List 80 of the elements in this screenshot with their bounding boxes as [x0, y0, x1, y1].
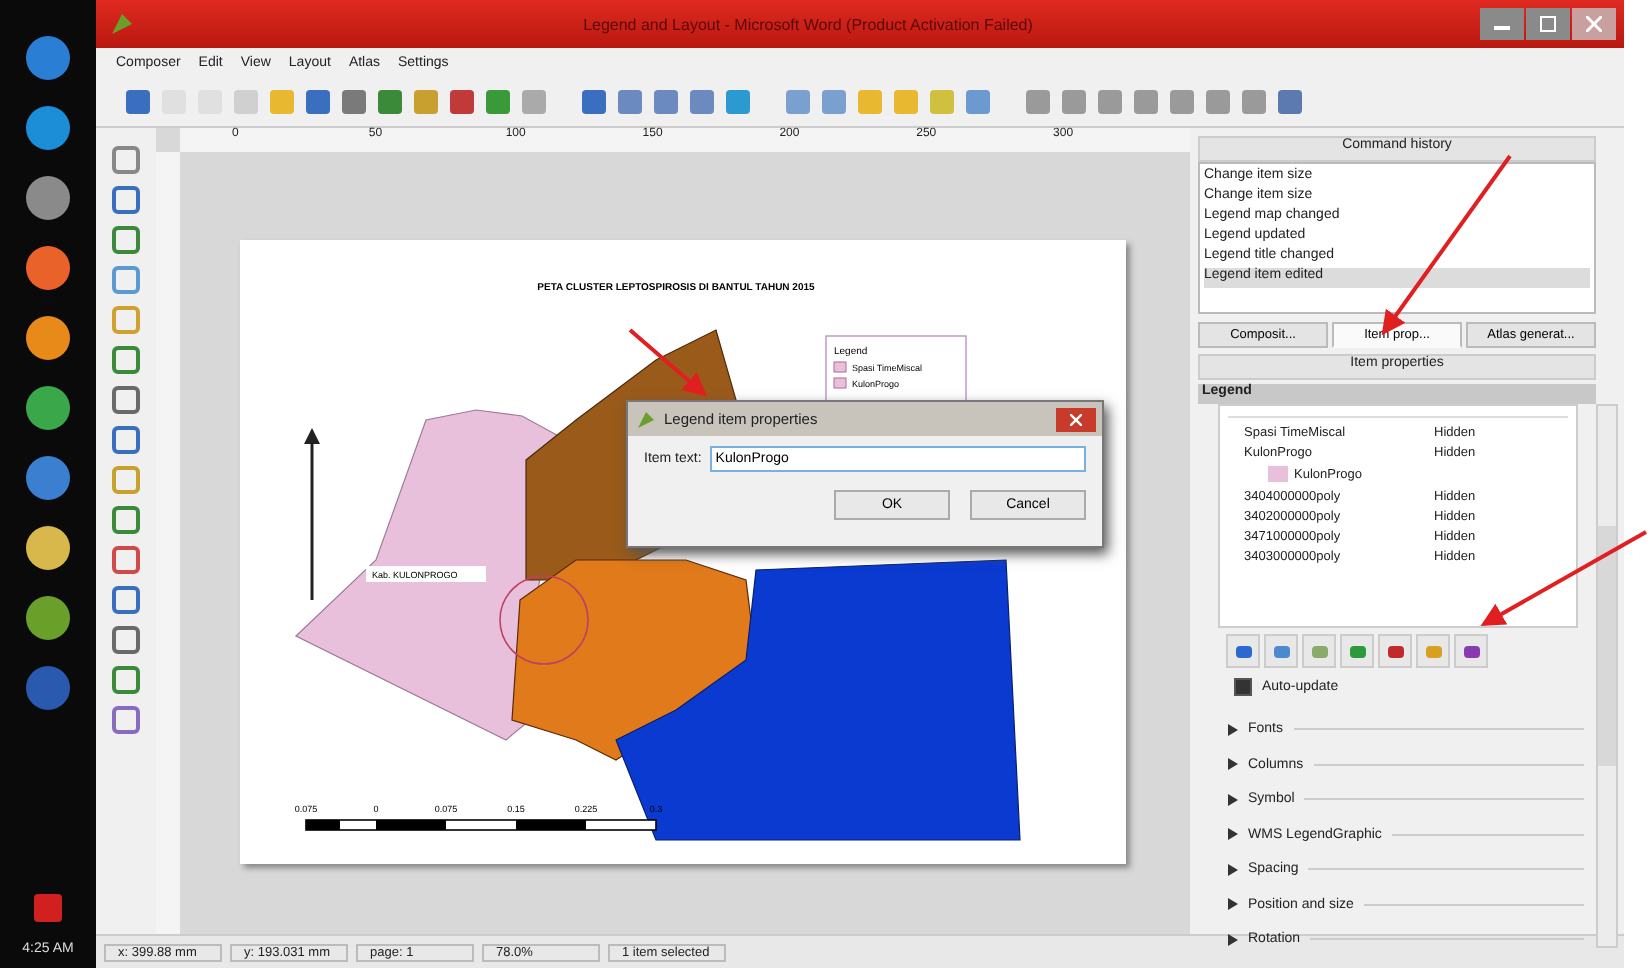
tool-icon[interactable]	[110, 144, 142, 176]
toolbar-icon[interactable]	[652, 88, 680, 116]
tool-icon[interactable]	[110, 704, 142, 736]
annotation-arrow	[628, 328, 708, 397]
toolbar-icon[interactable]	[724, 88, 752, 116]
tool-icon[interactable]	[110, 304, 142, 336]
tool-icon[interactable]	[110, 544, 142, 576]
toolbar-icon[interactable]	[580, 88, 608, 116]
toolbar-icon[interactable]	[820, 88, 848, 116]
close-button[interactable]	[1572, 8, 1616, 40]
toolbar-icon[interactable]	[376, 88, 404, 116]
maximize-button[interactable]	[1526, 8, 1570, 40]
toolbar-icon[interactable]	[964, 88, 992, 116]
toolbar-icon[interactable]	[1168, 88, 1196, 116]
close-button[interactable]	[1056, 407, 1096, 431]
close-icon	[1586, 16, 1602, 32]
label-background	[366, 566, 486, 582]
tool-icon[interactable]	[110, 664, 142, 696]
toolbar-icon[interactable]	[412, 88, 440, 116]
toolbar-icon[interactable]	[484, 88, 512, 116]
toolbar-icon[interactable]	[616, 88, 644, 116]
legend-tool-button[interactable]	[1302, 634, 1336, 668]
expand-arrow-icon[interactable]	[1226, 793, 1238, 806]
tool-icon[interactable]	[110, 584, 142, 616]
taskbar-app-icon[interactable]	[22, 102, 74, 154]
tool-icon[interactable]	[110, 184, 142, 216]
tool-icon[interactable]	[110, 424, 142, 456]
app-logo-icon	[636, 409, 656, 429]
minimize-button[interactable]	[1480, 8, 1524, 40]
toolbar-icon[interactable]	[448, 88, 476, 116]
toolbar-icon[interactable]	[1132, 88, 1160, 116]
toolbar-icon[interactable]	[124, 88, 152, 116]
tool-icon[interactable]	[110, 264, 142, 296]
toolbar-icon[interactable]	[1204, 88, 1232, 116]
color-swatch	[1268, 466, 1288, 482]
taskbar-app-icon[interactable]	[22, 32, 74, 84]
legend-tool-button[interactable]	[1378, 634, 1412, 668]
taskbar-app-icon[interactable]	[22, 172, 74, 224]
taskbar-app-icon[interactable]	[22, 312, 74, 364]
taskbar-app-icon[interactable]	[22, 452, 74, 504]
map-legend	[825, 335, 967, 405]
expand-arrow-icon[interactable]	[1226, 723, 1238, 736]
toolbar-icon[interactable]	[1060, 88, 1088, 116]
taskbar-app-icon[interactable]	[22, 522, 74, 574]
notification-icon[interactable]	[32, 892, 64, 924]
taskbar-app-icon[interactable]	[22, 242, 74, 294]
tool-icon[interactable]	[110, 344, 142, 376]
tool-icon[interactable]	[110, 624, 142, 656]
tool-icon[interactable]	[110, 504, 142, 536]
circle-marker	[499, 575, 589, 665]
legend-tool-button[interactable]	[1340, 634, 1374, 668]
app-logo-icon	[108, 10, 136, 38]
maximize-icon	[1540, 16, 1556, 32]
taskbar-app-icon[interactable]	[22, 382, 74, 434]
toolbar-icon[interactable]	[1240, 88, 1268, 116]
toolbar-icon[interactable]	[784, 88, 812, 116]
close-icon	[1070, 413, 1082, 425]
legend-swatch	[833, 377, 847, 389]
tool-icon[interactable]	[110, 224, 142, 256]
expand-arrow-icon[interactable]	[1226, 933, 1238, 946]
checkbox[interactable]	[1234, 678, 1252, 696]
toolbar-icon[interactable]	[1024, 88, 1052, 116]
toolbar-icon[interactable]	[520, 88, 548, 116]
toolbar-icon[interactable]	[1096, 88, 1124, 116]
legend-tool-button[interactable]	[1226, 634, 1260, 668]
tool-icon[interactable]	[110, 384, 142, 416]
legend-swatch	[833, 361, 847, 373]
window-title: Legend and Layout - Microsoft Word (Product Activation Failed)	[581, 15, 1035, 33]
toolbar-icon[interactable]	[304, 88, 332, 116]
toolbar-icon[interactable]	[340, 88, 368, 116]
expand-arrow-icon[interactable]	[1226, 758, 1238, 771]
toolbar-icon[interactable]	[688, 88, 716, 116]
legend-tool-button[interactable]	[1264, 634, 1298, 668]
tool-icon[interactable]	[110, 464, 142, 496]
expand-arrow-icon[interactable]	[1226, 898, 1238, 911]
taskbar-app-icon[interactable]	[22, 592, 74, 644]
toolbar-icon[interactable]	[1276, 88, 1304, 116]
expand-arrow-icon[interactable]	[1226, 828, 1238, 841]
expand-arrow-icon[interactable]	[1226, 863, 1238, 876]
legend-tool-button[interactable]	[1454, 634, 1488, 668]
